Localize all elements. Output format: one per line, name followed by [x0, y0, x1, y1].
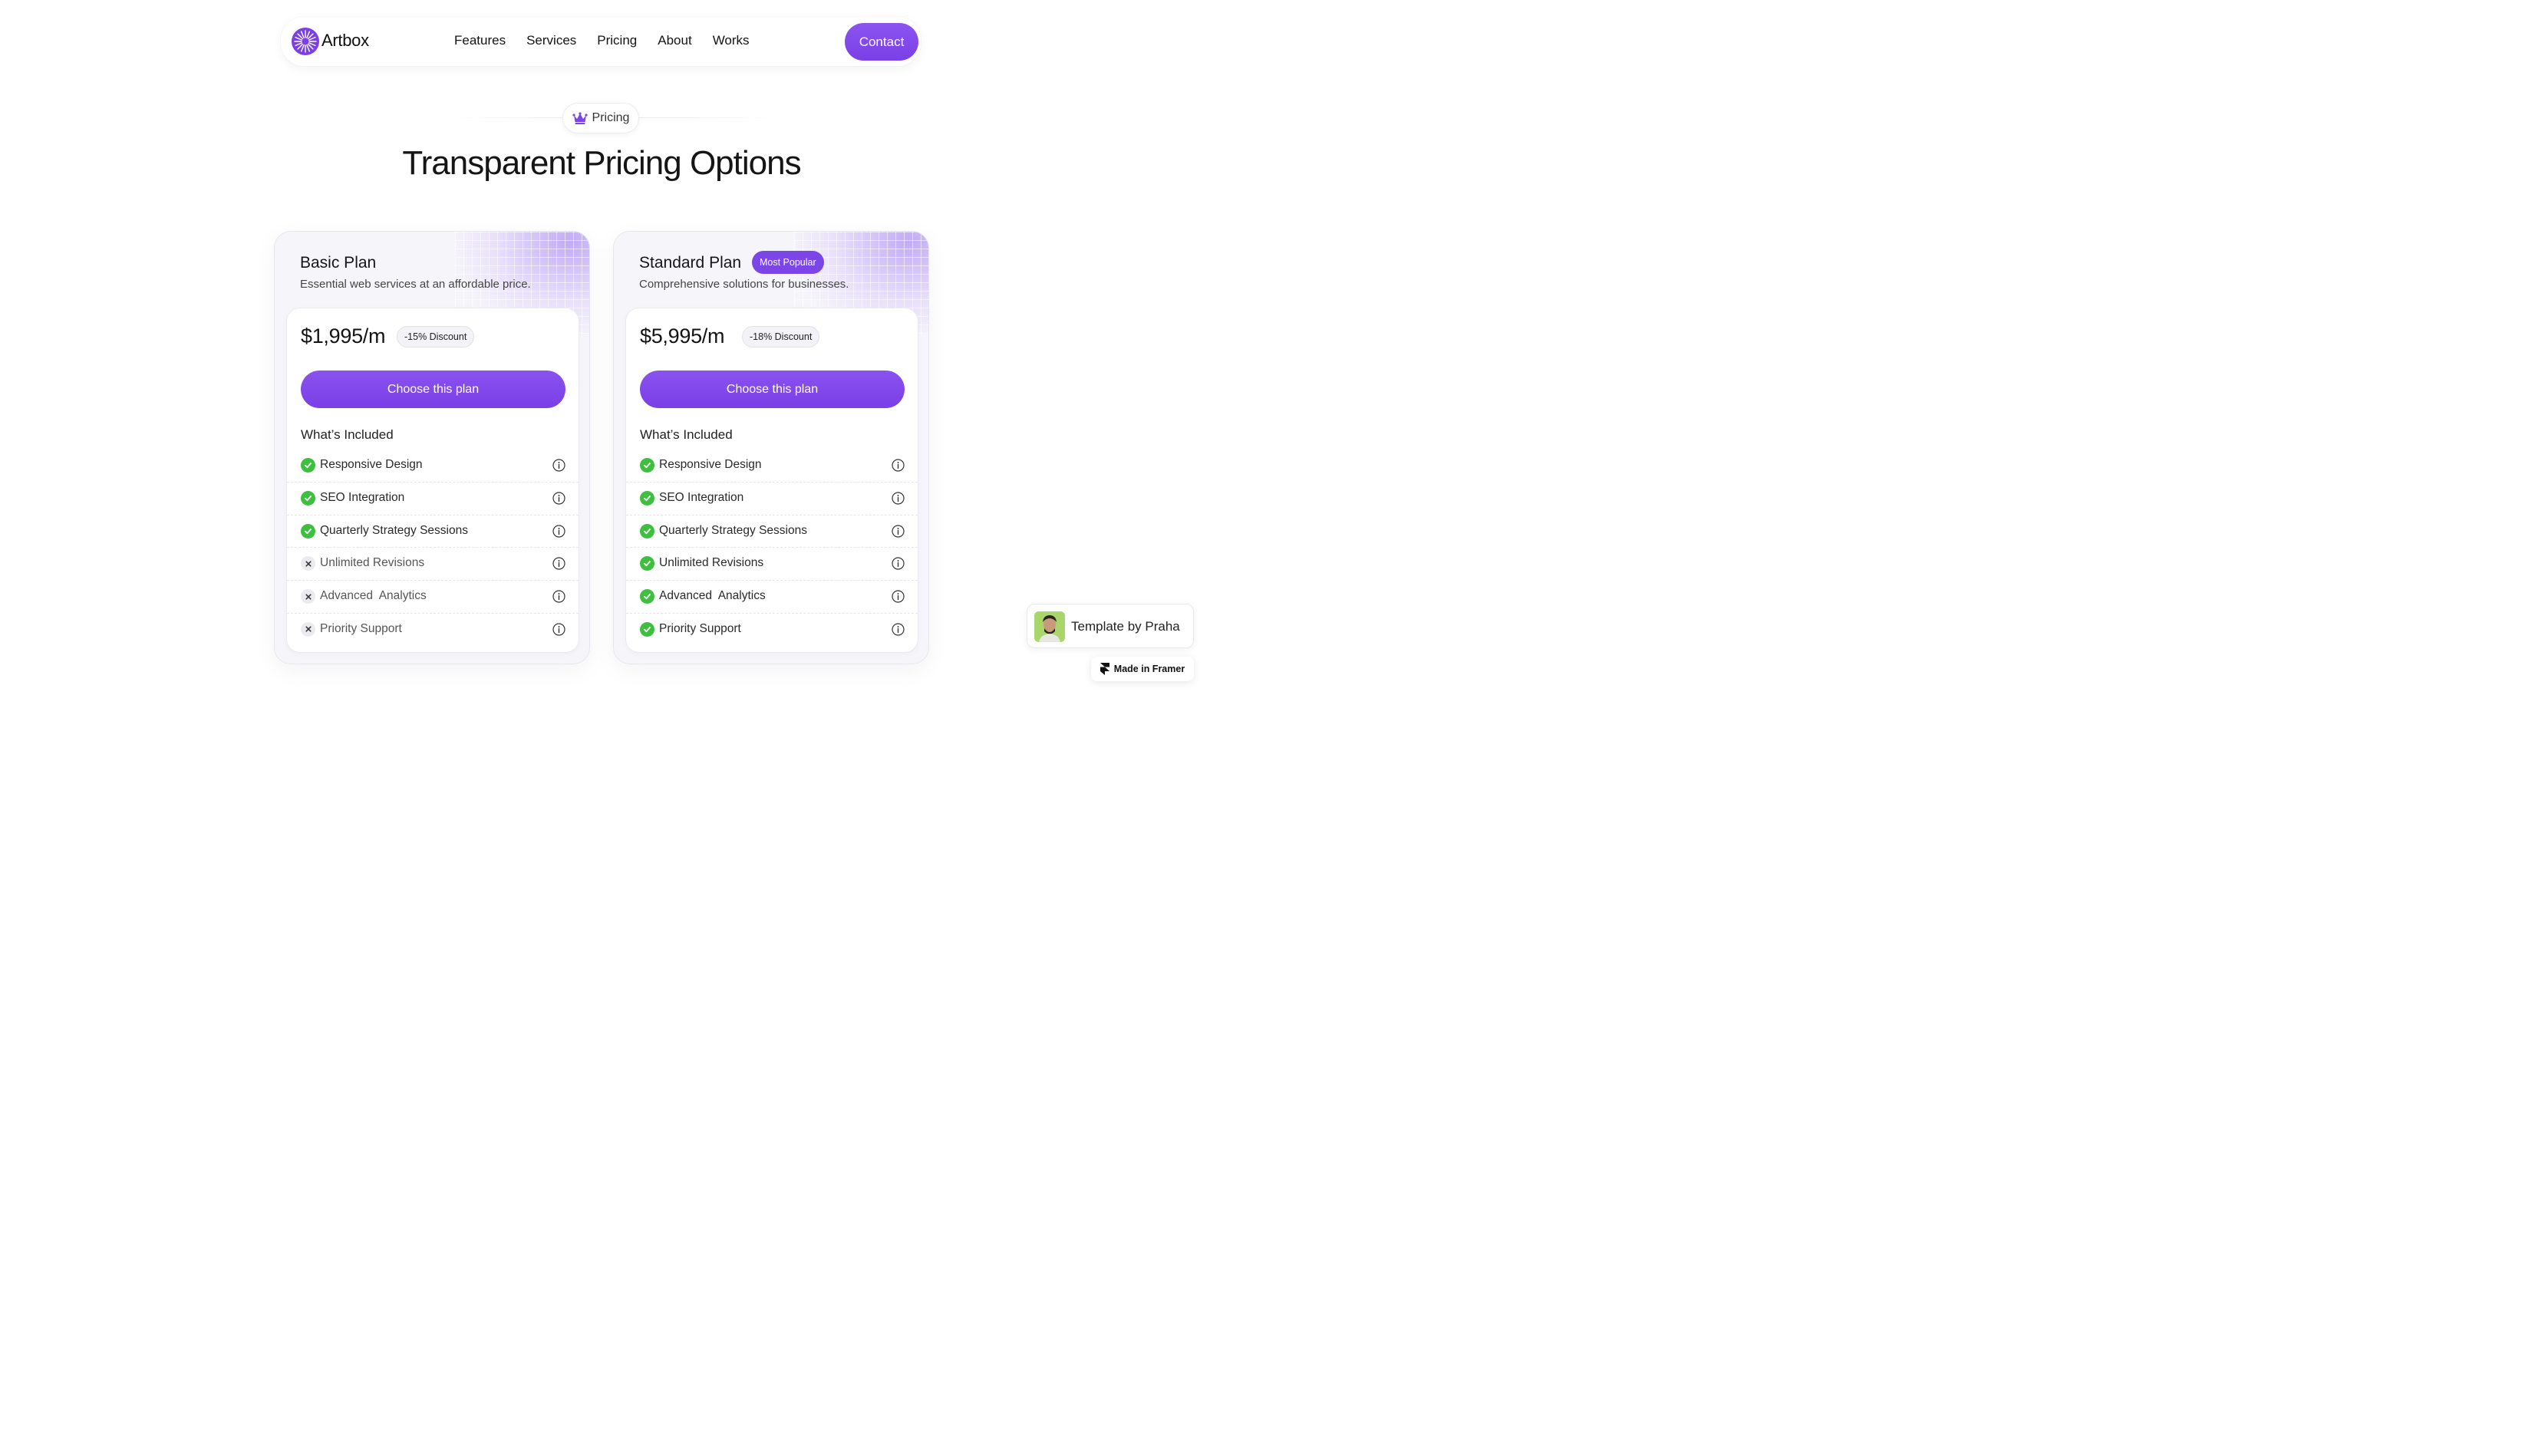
- feature-label: SEO Integration: [320, 490, 405, 504]
- feature-row: Priority Support: [287, 614, 579, 647]
- check-circle-icon: [301, 523, 315, 539]
- feature-row: Responsive Design: [287, 450, 579, 483]
- plan-price: $5,995/m: [640, 324, 725, 348]
- info-icon[interactable]: [552, 590, 565, 603]
- check-circle-icon: [640, 621, 654, 637]
- section-badge: Pricing: [562, 103, 639, 133]
- discount-badge: -18% Discount: [742, 326, 820, 348]
- check-circle-icon: [640, 589, 654, 604]
- choose-plan-button[interactable]: Choose this plan: [640, 371, 905, 408]
- section-badge-label: Pricing: [592, 111, 630, 124]
- info-icon[interactable]: [892, 524, 905, 538]
- nav-links: Features Services Pricing About Works: [454, 33, 770, 48]
- feature-label: Advanced Analytics: [659, 589, 766, 603]
- sunburst-logo-icon[interactable]: [292, 28, 319, 55]
- crown-icon: [572, 112, 588, 124]
- feature-label: Quarterly Strategy Sessions: [320, 523, 468, 537]
- info-icon[interactable]: [552, 459, 565, 472]
- plan-name: Standard Plan: [639, 254, 742, 272]
- template-badge[interactable]: Template by Praha: [1027, 604, 1194, 648]
- plan-price: $1,995/m: [301, 324, 386, 348]
- feature-row: Unlimited Revisions: [287, 548, 579, 581]
- check-circle-icon: [640, 490, 654, 506]
- template-label: Template by Praha: [1071, 619, 1180, 634]
- check-circle-icon: [640, 523, 654, 539]
- nav-link-works[interactable]: Works: [713, 33, 750, 48]
- feature-list: Responsive Design SEO Integration Quarterl…: [287, 450, 579, 647]
- feature-label: Quarterly Strategy Sessions: [659, 523, 807, 537]
- info-icon[interactable]: [892, 557, 905, 570]
- feature-label: Unlimited Revisions: [659, 556, 764, 570]
- feature-label: Unlimited Revisions: [320, 556, 425, 570]
- info-icon[interactable]: [892, 623, 905, 636]
- plan-description: Comprehensive solutions for businesses.: [639, 278, 849, 291]
- feature-row: Quarterly Strategy Sessions: [626, 516, 918, 548]
- plan-details: $5,995/m -18% Discount Choose this plan …: [625, 308, 918, 653]
- info-icon[interactable]: [892, 590, 905, 603]
- feature-row: Quarterly Strategy Sessions: [287, 516, 579, 548]
- info-icon[interactable]: [552, 623, 565, 636]
- page-title: Transparent Pricing Options: [402, 144, 801, 182]
- framer-logo-icon: [1100, 663, 1109, 675]
- plan-description: Essential web services at an affordable …: [300, 278, 531, 291]
- avatar: [1034, 611, 1065, 642]
- feature-label: Responsive Design: [320, 458, 423, 471]
- info-icon[interactable]: [552, 492, 565, 505]
- included-heading: What’s Included: [640, 427, 733, 442]
- feature-row: SEO Integration: [626, 483, 918, 516]
- feature-row: Unlimited Revisions: [626, 548, 918, 581]
- feature-label: Responsive Design: [659, 458, 762, 471]
- feature-label: Priority Support: [320, 621, 402, 635]
- most-popular-badge: Most Popular: [752, 251, 824, 274]
- choose-plan-button[interactable]: Choose this plan: [301, 371, 565, 408]
- feature-row: Priority Support: [626, 614, 918, 647]
- info-icon[interactable]: [552, 557, 565, 570]
- made-in-framer-badge[interactable]: Made in Framer: [1091, 657, 1194, 681]
- info-icon[interactable]: [892, 492, 905, 505]
- feature-row: Responsive Design: [626, 450, 918, 483]
- x-circle-icon: [301, 621, 315, 637]
- check-circle-icon: [640, 458, 654, 473]
- check-circle-icon: [301, 490, 315, 506]
- feature-label: Advanced Analytics: [320, 589, 427, 603]
- feature-label: SEO Integration: [659, 490, 744, 504]
- feature-label: Priority Support: [659, 621, 741, 635]
- plan-card-basic: Basic Plan Essential web services at an …: [274, 231, 590, 664]
- feature-list: Responsive Design SEO Integration Quarterl…: [626, 450, 918, 647]
- check-circle-icon: [640, 556, 654, 572]
- framer-label: Made in Framer: [1113, 664, 1185, 674]
- x-circle-icon: [301, 556, 315, 572]
- plan-card-standard: Standard Plan Most Popular Comprehensive…: [613, 231, 929, 664]
- nav-link-features[interactable]: Features: [454, 33, 506, 48]
- info-icon[interactable]: [552, 524, 565, 538]
- brand-name[interactable]: Artbox: [321, 31, 369, 51]
- nav-link-services[interactable]: Services: [526, 33, 576, 48]
- included-heading: What’s Included: [301, 427, 394, 442]
- feature-row: Advanced Analytics: [287, 581, 579, 614]
- nav-link-about[interactable]: About: [658, 33, 691, 48]
- discount-badge: -15% Discount: [397, 326, 475, 348]
- contact-button[interactable]: Contact: [845, 23, 918, 61]
- plan-details: $1,995/m -15% Discount Choose this plan …: [286, 308, 579, 653]
- plan-name: Basic Plan: [300, 254, 377, 272]
- check-circle-icon: [301, 458, 315, 473]
- feature-row: SEO Integration: [287, 483, 579, 516]
- feature-row: Advanced Analytics: [626, 581, 918, 614]
- nav-link-pricing[interactable]: Pricing: [597, 33, 637, 48]
- x-circle-icon: [301, 589, 315, 604]
- info-icon[interactable]: [892, 459, 905, 472]
